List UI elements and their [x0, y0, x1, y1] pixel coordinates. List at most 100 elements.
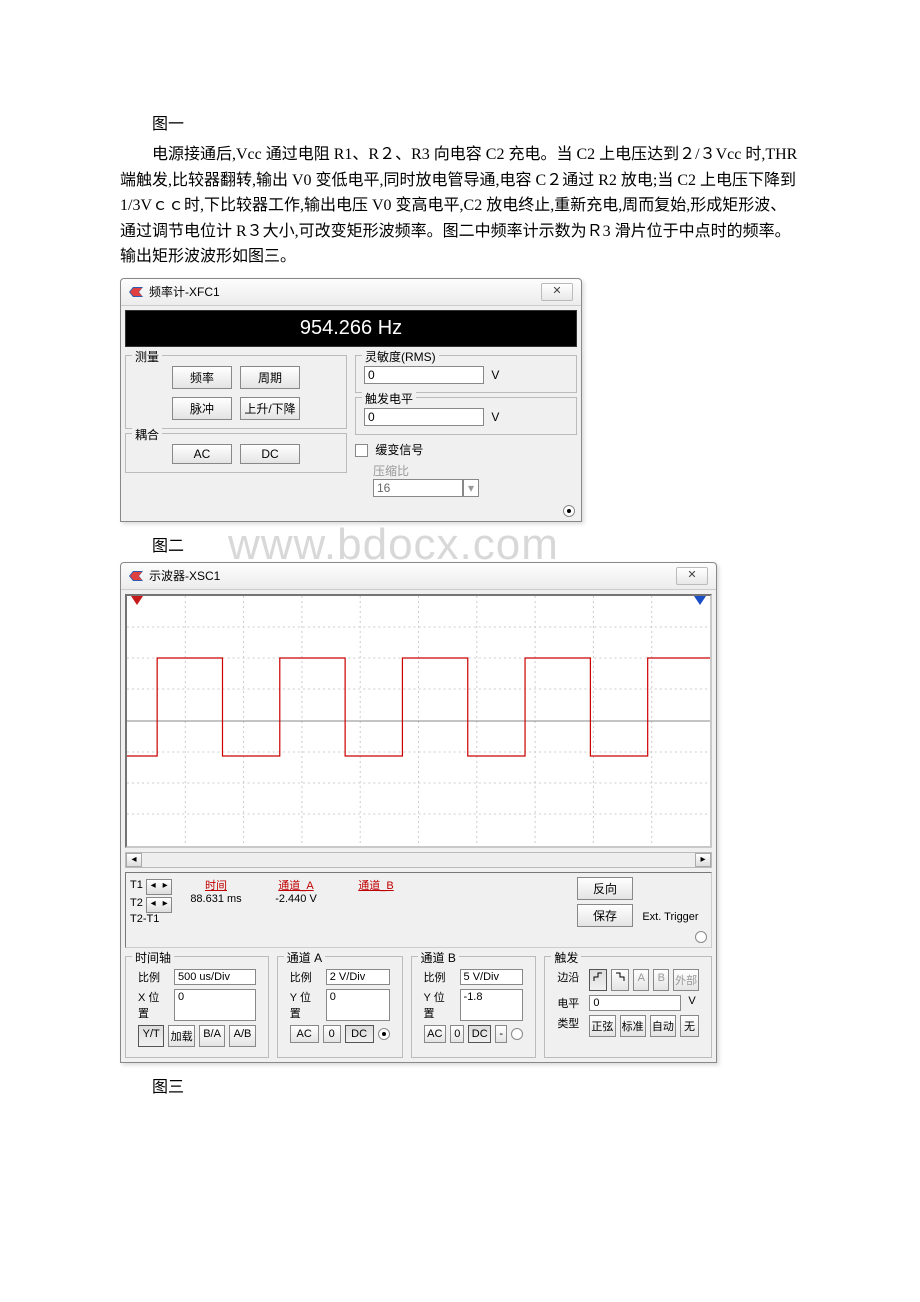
chb-header: 通道_B [336, 877, 416, 893]
t1-cha-value: -2.440 V [256, 893, 336, 905]
trig-b-button[interactable]: B [653, 969, 669, 991]
t1-label: T1 [130, 879, 143, 891]
time-header: 时间 [176, 877, 256, 893]
t2-spinner[interactable]: ◂▸ [146, 897, 172, 913]
ratio-label: 压缩比 [373, 462, 577, 479]
fig1-caption: 图一 [120, 110, 800, 134]
trig-ext-button[interactable]: 外部 [673, 969, 699, 991]
trig-level-input[interactable]: 0 [589, 995, 681, 1011]
group-label: 耦合 [132, 426, 162, 443]
t1-spinner[interactable]: ◂▸ [146, 879, 172, 895]
app-icon [129, 287, 143, 297]
freq-button[interactable]: 频率 [172, 366, 232, 389]
cursor-t1-marker[interactable] [131, 596, 143, 606]
trig-auto-button[interactable]: 自动 [650, 1015, 676, 1037]
yt-button[interactable]: Y/T [138, 1025, 164, 1047]
group-label: 时间轴 [132, 949, 174, 966]
cursor-panel: T1 ◂▸ T2 ◂▸ T2-T1 时间 88.631 ms 通道_A -2.4… [125, 872, 712, 948]
pulse-button[interactable]: 脉冲 [172, 397, 232, 420]
cursor-t2-marker[interactable] [694, 596, 706, 606]
falling-edge-icon [615, 972, 625, 982]
close-button[interactable]: ✕ [676, 567, 708, 585]
body-paragraph: 电源接通后,Vcc 通过电阻 R1、R２、R3 向电容 C2 充电。当 C2 上… [120, 142, 800, 270]
trig-sine-button[interactable]: 正弦 [589, 1015, 615, 1037]
dc-button[interactable]: DC [240, 444, 300, 464]
scale-label: 比例 [138, 969, 170, 985]
slow-signal-label: 缓变信号 [375, 443, 423, 457]
period-button[interactable]: 周期 [240, 366, 300, 389]
type-label: 类型 [557, 1015, 585, 1037]
t2-label: T2 [130, 897, 143, 909]
scroll-left-icon[interactable]: ◂ [126, 853, 142, 867]
ypos-label: Y 位置 [290, 989, 322, 1021]
trigger-level-group: 触发电平 0 V [355, 397, 577, 435]
titlebar[interactable]: 频率计-XFC1 ✕ [121, 279, 581, 306]
dialog-title: 频率计-XFC1 [149, 283, 220, 300]
ext-trigger-label: Ext. Trigger [642, 911, 698, 923]
mode-radio[interactable] [563, 505, 575, 517]
app-icon [129, 571, 143, 581]
cha-radio[interactable] [378, 1028, 390, 1040]
waveform-scrollbar[interactable]: ◂ ▸ [125, 852, 712, 868]
fig2-caption: 图二 [120, 532, 800, 556]
group-label: 触发 [551, 949, 581, 966]
trigger-level-input[interactable]: 0 [364, 408, 484, 426]
cha-ac-button[interactable]: AC [290, 1025, 319, 1043]
unit-label: V [491, 410, 499, 424]
frequency-display: 954.266 Hz [125, 310, 577, 347]
chb-0-button[interactable]: 0 [450, 1025, 464, 1043]
xpos-label: X 位置 [138, 989, 170, 1021]
ba-button[interactable]: B/A [199, 1025, 225, 1047]
close-icon: ✕ [687, 569, 696, 581]
timebase-scale-input[interactable]: 500 us/Div [174, 969, 256, 985]
close-icon: ✕ [552, 285, 561, 297]
edge-label: 边沿 [557, 969, 585, 991]
group-label: 触发电平 [362, 390, 416, 407]
add-button[interactable]: 加载 [168, 1025, 194, 1047]
delta-label: T2-T1 [130, 913, 176, 925]
group-label: 通道 B [418, 949, 459, 966]
rising-edge-icon [593, 972, 603, 982]
scroll-right-icon[interactable]: ▸ [695, 853, 711, 867]
measure-group: 测量 频率 周期 脉冲 上升/下降 [125, 355, 347, 429]
trig-none-button[interactable]: 无 [680, 1015, 699, 1037]
rise-fall-button[interactable]: 上升/下降 [240, 397, 300, 420]
fig3-caption: 图三 [120, 1073, 800, 1097]
close-button[interactable]: ✕ [541, 283, 573, 301]
ext-trigger-radio[interactable] [695, 931, 707, 943]
save-button[interactable]: 保存 [577, 904, 633, 927]
reverse-button[interactable]: 反向 [577, 877, 633, 900]
cha-scale-input[interactable]: 2 V/Div [326, 969, 390, 985]
edge-fall-button[interactable] [611, 969, 629, 991]
ab-button[interactable]: A/B [229, 1025, 255, 1047]
trigger-group: 触发 边沿 A B 外部 电平 [544, 956, 712, 1058]
ratio-input: 16 [373, 479, 463, 497]
chb-radio[interactable] [511, 1028, 523, 1040]
xpos-input[interactable]: 0 [174, 989, 256, 1021]
edge-rise-button[interactable] [589, 969, 607, 991]
group-label: 测量 [132, 348, 162, 365]
oscilloscope-dialog: 示波器-XSC1 ✕ [120, 562, 717, 1063]
trig-a-button[interactable]: A [633, 969, 649, 991]
cha-0-button[interactable]: 0 [323, 1025, 341, 1043]
sensitivity-group: 灵敏度(RMS) 0 V [355, 355, 577, 393]
chb-ypos-input[interactable]: -1.8 [460, 989, 524, 1021]
ypos-label: Y 位置 [424, 989, 456, 1021]
trig-norm-button[interactable]: 标准 [620, 1015, 646, 1037]
chb-minus-button[interactable]: - [495, 1025, 507, 1043]
ratio-dropdown-arrow: ▾ [463, 479, 479, 497]
cha-ypos-input[interactable]: 0 [326, 989, 390, 1021]
chb-dc-button[interactable]: DC [468, 1025, 491, 1043]
ac-button[interactable]: AC [172, 444, 232, 464]
sensitivity-input[interactable]: 0 [364, 366, 484, 384]
slow-signal-checkbox[interactable] [355, 444, 368, 457]
chb-scale-input[interactable]: 5 V/Div [460, 969, 524, 985]
cha-dc-button[interactable]: DC [345, 1025, 374, 1043]
titlebar[interactable]: 示波器-XSC1 ✕ [121, 563, 716, 590]
scale-label: 比例 [290, 969, 322, 985]
group-label: 灵敏度(RMS) [362, 348, 439, 365]
scope-screen[interactable] [125, 594, 712, 848]
level-label: 电平 [557, 995, 585, 1011]
unit-label: V [491, 368, 499, 382]
chb-ac-button[interactable]: AC [424, 1025, 447, 1043]
